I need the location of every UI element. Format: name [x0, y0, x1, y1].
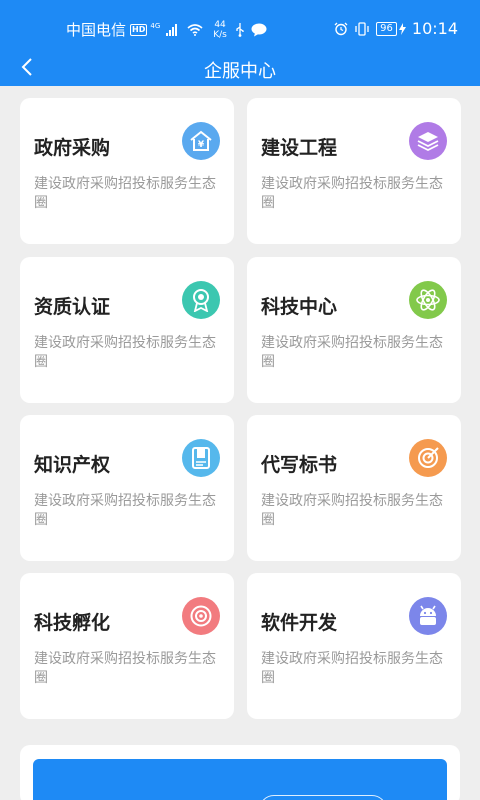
chat-notification-icon [251, 23, 267, 36]
wifi-icon [187, 23, 203, 36]
speed-value: 44 [214, 19, 226, 30]
card-title: 科技中心 [261, 296, 338, 318]
service-card-bid-writing[interactable]: 代写标书 建设政府采购招投标服务生态圈 [247, 415, 461, 561]
page-title: 企服中心 [204, 61, 276, 82]
network-speed: 44 K/s [213, 20, 227, 40]
card-title: 建设工程 [261, 137, 338, 159]
service-card-tech-center[interactable]: 科技中心 建设政府采购招投标服务生态圈 [247, 257, 461, 403]
promo-banner[interactable] [33, 759, 447, 800]
card-title: 代写标书 [261, 454, 338, 476]
card-description: 建设政府采购招投标服务生态圈 [34, 651, 216, 686]
status-left: 中国电信 HD 4G 44 K/s [66, 19, 267, 40]
clock: 10:14 [411, 19, 458, 38]
service-card-software-development[interactable]: 软件开发 建设政府采购招投标服务生态圈 [247, 573, 461, 719]
card-title: 知识产权 [34, 454, 111, 476]
card-description: 建设政府采购招投标服务生态圈 [261, 651, 443, 686]
card-description: 建设政府采购招投标服务生态圈 [34, 335, 216, 370]
card-description: 建设政府采购招投标服务生态圈 [261, 176, 443, 211]
atom-icon [409, 281, 447, 319]
charging-icon [398, 22, 406, 35]
card-description: 建设政府采购招投标服务生态圈 [261, 335, 443, 370]
vibrate-icon [355, 21, 369, 36]
target-icon [409, 439, 447, 477]
status-right: 96 10:14 [334, 19, 458, 38]
battery-indicator: 96 [376, 21, 397, 36]
service-card-intellectual-property[interactable]: 知识产权 建设政府采购招投标服务生态圈 [20, 415, 234, 561]
network-type: 4G [150, 21, 161, 30]
speed-unit: K/s [213, 29, 227, 40]
card-title: 科技孵化 [34, 612, 111, 634]
yuan-house-icon: ¥ [182, 122, 220, 160]
layers-icon [409, 122, 447, 160]
usb-icon [236, 22, 244, 37]
banner-button[interactable] [259, 795, 387, 800]
service-card-qualification-certification[interactable]: 资质认证 建设政府采购招投标服务生态圈 [20, 257, 234, 403]
android-icon [409, 597, 447, 635]
card-title: 资质认证 [34, 296, 111, 318]
service-card-construction-engineering[interactable]: 建设工程 建设政府采购招投标服务生态圈 [247, 98, 461, 244]
award-icon [182, 281, 220, 319]
signal-icon [166, 23, 178, 36]
nav-bar: 企服中心 [0, 50, 480, 86]
hd-badge: HD [130, 23, 148, 36]
svg-text:¥: ¥ [198, 140, 205, 150]
card-title: 软件开发 [261, 612, 338, 634]
incubation-icon [182, 597, 220, 635]
service-card-tech-incubation[interactable]: 科技孵化 建设政府采购招投标服务生态圈 [20, 573, 234, 719]
alarm-icon [334, 22, 348, 35]
card-description: 建设政府采购招投标服务生态圈 [34, 176, 216, 211]
document-icon [182, 439, 220, 477]
status-bar: 中国电信 HD 4G 44 K/s 96 10:14 [0, 0, 480, 50]
card-title: 政府采购 [34, 137, 111, 159]
banner-card [20, 745, 460, 800]
card-description: 建设政府采购招投标服务生态圈 [34, 493, 216, 528]
card-description: 建设政府采购招投标服务生态圈 [261, 493, 443, 528]
service-card-government-procurement[interactable]: 政府采购 建设政府采购招投标服务生态圈 ¥ [20, 98, 234, 244]
carrier-label: 中国电信 [66, 21, 127, 39]
